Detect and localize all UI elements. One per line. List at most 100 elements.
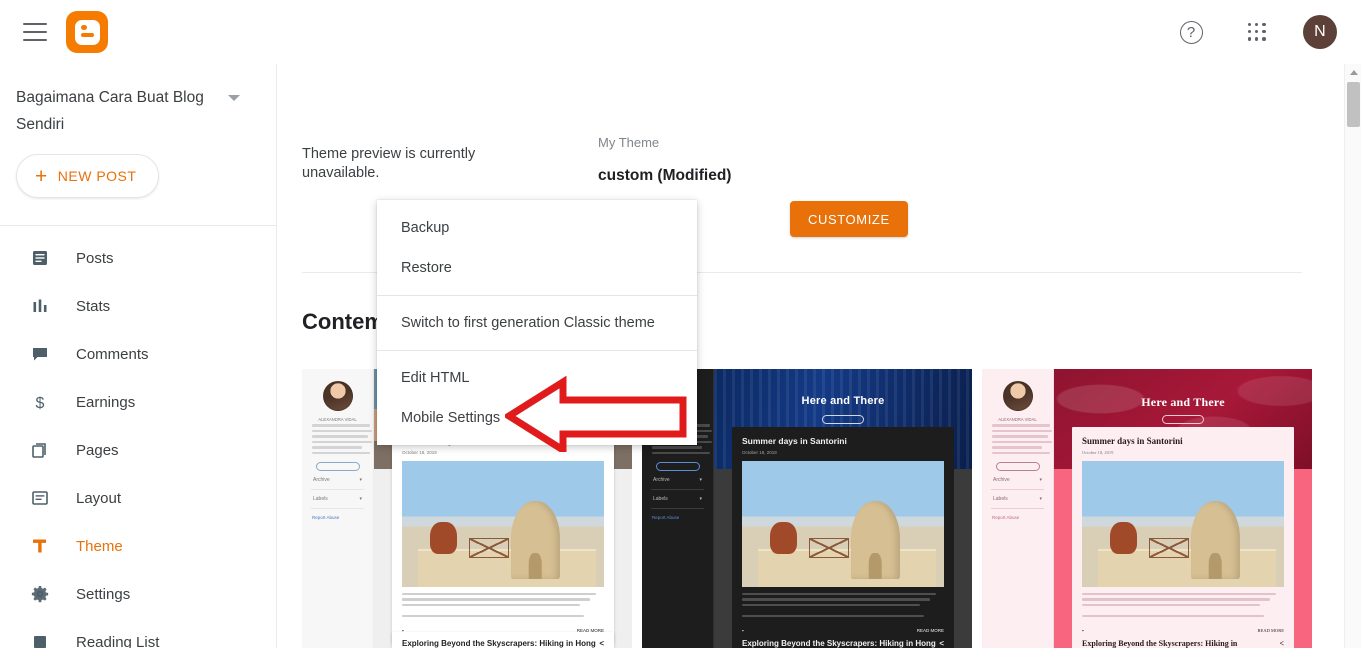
preview-post-date: October 18, 2019 — [402, 450, 437, 455]
theme-icon — [30, 536, 50, 556]
blog-selector[interactable]: Bagaimana Cara Buat Blog Sendiri — [0, 64, 276, 138]
blog-title: Bagaimana Cara Buat Blog Sendiri — [16, 89, 204, 133]
menu-item-restore[interactable]: Restore — [377, 248, 697, 288]
layout-icon — [30, 488, 50, 508]
scroll-up-arrow-icon[interactable] — [1345, 64, 1361, 81]
menu-item-edit-html[interactable]: Edit HTML — [377, 358, 697, 398]
widget-label: Archive — [313, 477, 330, 483]
sidebar-item-label: Comments — [76, 345, 149, 363]
apps-grid-icon — [1247, 22, 1267, 42]
preview-author-avatar — [1002, 381, 1033, 411]
sidebar-item-label: Stats — [76, 297, 111, 315]
customize-button[interactable]: CUSTOMIZE — [790, 201, 908, 237]
sidebar-item-label: Layout — [76, 489, 122, 507]
menu-item-mobile-settings[interactable]: Mobile Settings — [377, 398, 697, 438]
top-app-bar: ? N — [0, 0, 1361, 64]
preview-post-date: October 18, 2019 — [1082, 450, 1114, 455]
comments-icon — [30, 344, 50, 364]
sidebar-item-posts[interactable]: Posts — [0, 234, 276, 282]
sidebar-item-theme[interactable]: Theme — [0, 522, 276, 570]
share-icon: < — [939, 639, 944, 648]
menu-item-switch-classic-theme[interactable]: Switch to first generation Classic theme — [377, 303, 697, 343]
preview-body: Here and There Summer days in Santorini … — [714, 369, 972, 648]
top-bar-actions: ? N — [1171, 12, 1337, 52]
preview-post-card: Summer days in Santorini October 18, 201… — [1072, 427, 1294, 643]
preview-widget-labels: Labels ▾ — [651, 490, 704, 509]
preview-follow-button — [655, 462, 700, 471]
hamburger-menu-icon[interactable] — [23, 23, 47, 41]
preview-next-post: Exploring Beyond the Skyscrapers: Hiking… — [1072, 632, 1294, 648]
preview-report-abuse: Report Abuse — [652, 515, 680, 520]
pages-icon — [30, 440, 50, 460]
preview-blog-title: Here and There — [1141, 395, 1225, 409]
sidebar: Bagaimana Cara Buat Blog Sendiri + NEW P… — [0, 64, 277, 648]
preview-body: Here and There Summer days in Santorini … — [1054, 369, 1312, 648]
preview-post-image — [402, 461, 604, 587]
new-post-button[interactable]: + NEW POST — [16, 154, 160, 198]
google-apps-button[interactable] — [1237, 12, 1277, 52]
preview-post-excerpt — [402, 593, 604, 617]
scrollbar-thumb[interactable] — [1347, 82, 1360, 127]
theme-options-menu: Backup Restore Switch to first generatio… — [377, 200, 697, 445]
widget-label: Archive — [653, 477, 670, 483]
sidebar-item-layout[interactable]: Layout — [0, 474, 276, 522]
preview-follow-button — [995, 462, 1040, 471]
share-icon: < — [1279, 639, 1284, 648]
widget-label: Labels — [993, 496, 1008, 502]
preview-next-post-title: Exploring Beyond the Skyscrapers: Hiking… — [402, 639, 596, 648]
svg-text:$: $ — [36, 395, 45, 412]
preview-unavailable-message: Theme preview is currently unavailable. — [302, 146, 476, 181]
preview-post-card: Summer days in Santorini October 18, 201… — [732, 427, 954, 643]
earnings-icon: $ — [30, 392, 50, 412]
help-icon: ? — [1179, 20, 1203, 44]
preview-next-post-title: Exploring Beyond the Skyscrapers: Hiking… — [742, 639, 936, 648]
sidebar-item-label: Theme — [76, 537, 123, 555]
sidebar-item-settings[interactable]: Settings — [0, 570, 276, 618]
preview-author-name: ALEXANDRA VIDAL — [998, 417, 1037, 422]
preview-post-excerpt — [742, 593, 944, 617]
preview-post-excerpt — [1082, 593, 1284, 617]
posts-icon — [30, 248, 50, 268]
preview-widget-labels: Labels ▾ — [311, 490, 364, 509]
sidebar-nav: Posts Stats Comments $ Earnings Pages La… — [0, 226, 276, 648]
stats-icon — [30, 296, 50, 316]
preview-post-card: Summer days in Santorini October 18, 201… — [392, 427, 614, 643]
my-theme-value: custom (Modified) — [598, 167, 732, 184]
preview-widget-archive: Archive ▾ — [651, 471, 704, 490]
menu-divider — [377, 350, 697, 351]
widget-label: Labels — [653, 496, 668, 502]
new-post-label: NEW POST — [57, 168, 137, 184]
plus-icon: + — [35, 164, 48, 188]
preview-next-post-title: Exploring Beyond the Skyscrapers: Hiking… — [1082, 639, 1238, 648]
help-button[interactable]: ? — [1171, 12, 1211, 52]
sidebar-item-earnings[interactable]: $ Earnings — [0, 378, 276, 426]
blogger-b-glyph — [74, 19, 100, 45]
share-icon: < — [599, 639, 604, 648]
sidebar-item-comments[interactable]: Comments — [0, 330, 276, 378]
preview-follow-button — [315, 462, 360, 471]
preview-post-image — [1082, 461, 1284, 587]
preview-post-date: October 18, 2019 — [742, 450, 777, 455]
preview-widget-archive: Archive ▾ — [311, 471, 364, 490]
reading-list-icon — [30, 632, 50, 648]
sidebar-item-pages[interactable]: Pages — [0, 426, 276, 474]
blogger-logo-icon[interactable] — [66, 11, 108, 53]
avatar[interactable]: N — [1303, 15, 1337, 49]
preview-sidebar: ALEXANDRA VIDAL Archive▾ Labels▾ — [982, 369, 1054, 648]
preview-next-post: Exploring Beyond the Skyscrapers: Hiking… — [732, 632, 954, 648]
preview-subscribe-button — [822, 415, 864, 424]
theme-preview-frame: ALEXANDRA VIDAL Archive▾ Labels▾ — [982, 369, 1312, 648]
menu-divider — [377, 295, 697, 296]
widget-label: Labels — [313, 496, 328, 502]
preview-post-title: Summer days in Santorini — [742, 436, 847, 446]
sidebar-item-reading-list[interactable]: Reading List — [0, 618, 276, 648]
theme-thumbnail[interactable]: ALEXANDRA VIDAL Archive▾ Labels▾ — [982, 369, 1312, 648]
sidebar-item-label: Pages — [76, 441, 119, 459]
preview-widget-archive: Archive ▾ — [991, 471, 1044, 490]
preview-widget-labels: Labels ▾ — [991, 490, 1044, 509]
menu-item-backup[interactable]: Backup — [377, 208, 697, 248]
preview-author-name: ALEXANDRA VIDAL — [318, 417, 357, 422]
page-scrollbar[interactable] — [1344, 64, 1361, 648]
sidebar-item-label: Posts — [76, 249, 114, 267]
sidebar-item-stats[interactable]: Stats — [0, 282, 276, 330]
